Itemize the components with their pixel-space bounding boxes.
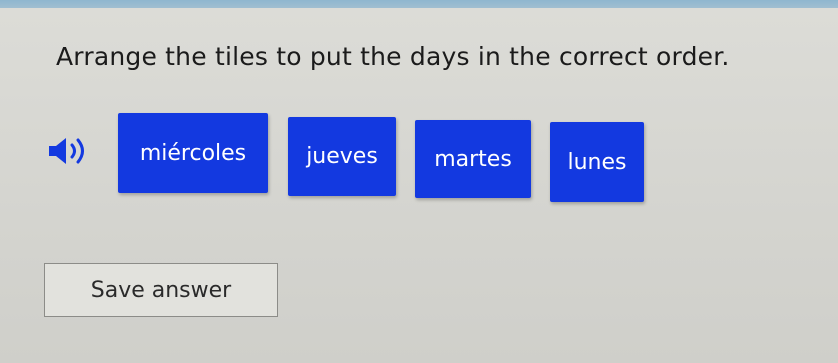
exercise-panel: Arrange the tiles to put the days in the… [0,8,838,363]
save-answer-button[interactable]: Save answer [44,263,278,317]
day-tile[interactable]: jueves [288,117,396,196]
day-tile[interactable]: martes [415,120,531,198]
play-audio-button[interactable] [46,134,92,168]
day-tile[interactable]: miércoles [118,113,268,193]
speaker-icon [49,138,84,164]
instruction-text: Arrange the tiles to put the days in the… [56,42,730,71]
day-tile[interactable]: lunes [550,122,644,202]
